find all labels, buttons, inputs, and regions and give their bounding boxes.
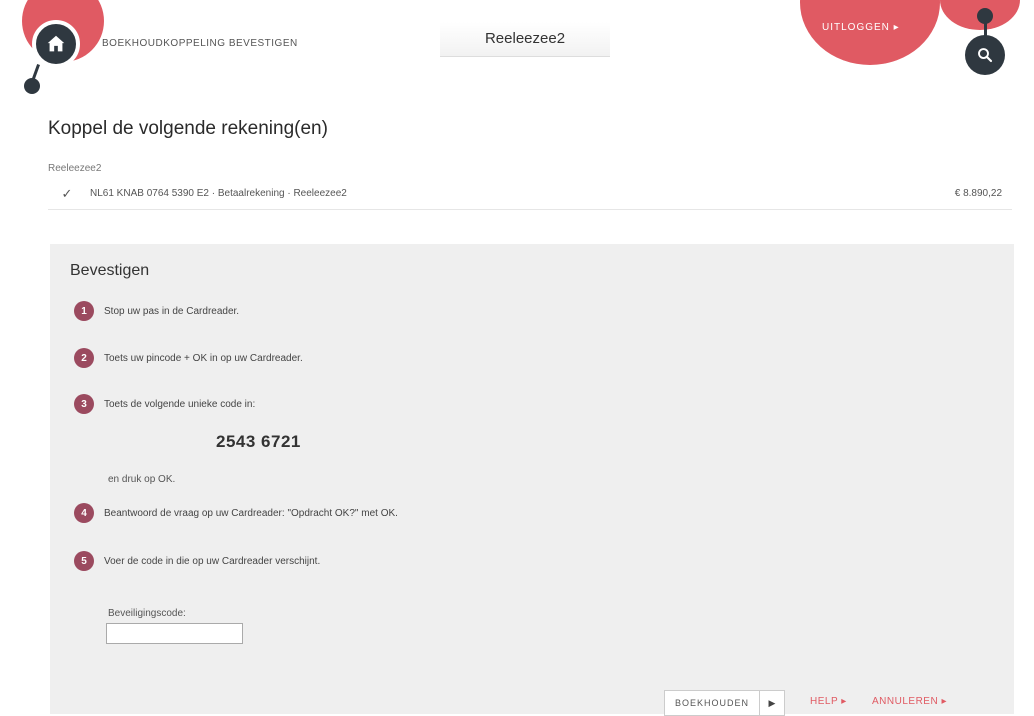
breadcrumb-label: BOEKHOUDKOPPELING BEVESTIGEN [102, 38, 298, 49]
step-number-badge: 2 [74, 348, 94, 368]
checkmark-icon: ✓ [61, 185, 73, 201]
step-2: 2 Toets uw pincode + OK in op uw Cardrea… [74, 348, 303, 368]
step-text: Toets uw pincode + OK in op uw Cardreade… [104, 352, 303, 364]
step-number-badge: 5 [74, 551, 94, 571]
step-1: 1 Stop uw pas in de Cardreader. [74, 301, 239, 321]
logout-link[interactable]: UITLOGGEN ▸ [822, 22, 900, 33]
account-description: NL61 KNAB 0764 5390 E2 · Betaalrekening … [90, 188, 347, 199]
play-icon: ▶ [759, 691, 784, 715]
cancel-link[interactable]: ANNULEREN ▸ [872, 696, 947, 707]
home-icon [47, 35, 65, 52]
step-number-badge: 3 [74, 394, 94, 414]
search-icon [978, 48, 993, 63]
step-5: 5 Voer de code in die op uw Cardreader v… [74, 551, 320, 571]
account-row: ✓ NL61 KNAB 0764 5390 E2 · Betaalrekenin… [48, 178, 1012, 210]
decorative-dot [977, 8, 993, 24]
step-text: Voer de code in die op uw Cardreader ver… [104, 555, 321, 567]
decorative-dot [24, 78, 40, 94]
security-code-label: Beveiligingscode: [108, 608, 186, 619]
save-button[interactable]: BOEKHOUDEN ▶ [664, 690, 786, 716]
security-code-input[interactable] [106, 623, 243, 644]
step-text: Beantwoord de vraag op uw Cardreader: "O… [104, 507, 398, 519]
step-4: 4 Beantwoord de vraag op uw Cardreader: … [74, 503, 398, 523]
step-text: Toets de volgende unieke code in: [104, 398, 256, 410]
unique-code: 2543 6721 [216, 432, 301, 451]
confirm-title: Bevestigen [70, 262, 150, 279]
account-amount: € 8.890,22 [954, 188, 1002, 199]
home-button[interactable] [32, 20, 80, 68]
save-button-label: BOEKHOUDEN [675, 698, 750, 708]
confirm-panel: Bevestigen 1 Stop uw pas in de Cardreade… [50, 244, 1014, 716]
page-title: Koppel de volgende rekening(en) [48, 118, 328, 139]
app-title: Reeleezee2 [440, 22, 610, 57]
breadcrumb-bullet: • [92, 38, 97, 49]
search-button[interactable] [965, 35, 1005, 75]
step-text: Stop uw pas in de Cardreader. [104, 305, 240, 317]
help-link[interactable]: HELP ▸ [810, 696, 847, 707]
code-instruction: en druk op OK. [108, 474, 176, 485]
step-number-badge: 4 [74, 503, 94, 523]
breadcrumb: • BOEKHOUDKOPPELING BEVESTIGEN [92, 38, 298, 49]
account-group-label: Reeleezee2 [48, 163, 102, 174]
step-number-badge: 1 [74, 301, 94, 321]
step-3: 3 Toets de volgende unieke code in: [74, 394, 255, 414]
